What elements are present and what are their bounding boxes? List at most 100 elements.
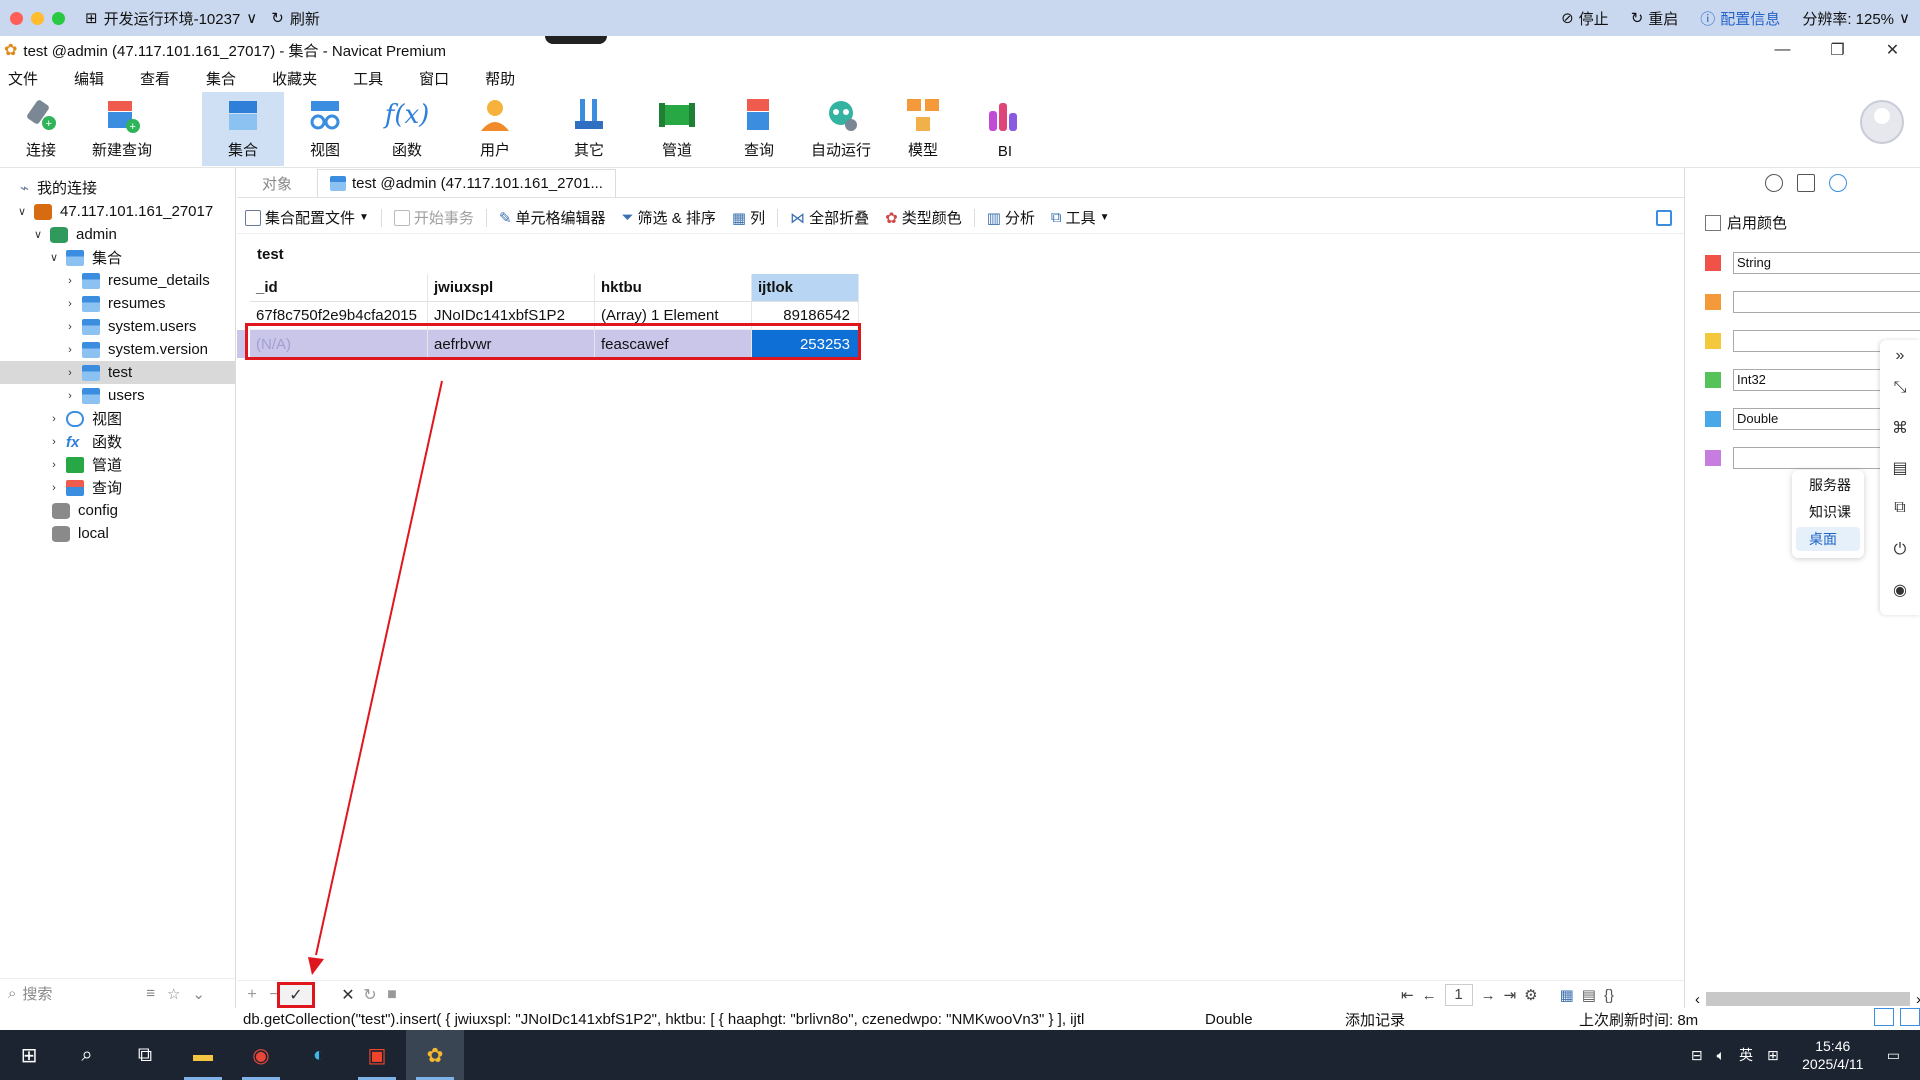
color-swatch[interactable] [1705,372,1721,388]
collection-button[interactable]: 集合 [202,92,284,166]
user-button[interactable]: 用户 [448,92,542,166]
json-view-icon[interactable]: {} [1604,987,1614,1004]
eye-icon[interactable]: ◉ [1890,580,1910,600]
prev-page-icon[interactable]: ← [1422,987,1437,1004]
tree-connection[interactable]: ∨ 47.117.101.161_27017 [0,200,235,223]
scroll-right-icon[interactable]: › [1916,991,1920,1008]
begin-transaction-button[interactable]: 开始事务 [386,207,482,228]
zoom-dot[interactable] [52,11,65,25]
columns-button[interactable]: ▦ 列 [724,207,773,228]
collapse-all-button[interactable]: ⋈ 全部折叠 [782,207,877,228]
menu-item-desktop[interactable]: 桌面 [1796,527,1860,551]
automation-button[interactable]: 自动运行 [800,92,882,166]
chevron-right-icon[interactable]: › [64,321,76,333]
chevron-right-icon[interactable]: › [64,344,76,356]
tree-group-pipelines[interactable]: › 管道 [0,453,235,476]
bi-button[interactable]: BI [964,92,1046,166]
model-button[interactable]: 模型 [882,92,964,166]
power-icon[interactable]: ⏻ [1890,540,1910,560]
navicat-button[interactable]: ✿ [406,1030,464,1080]
network-icon[interactable]: ⊟ [1691,1047,1703,1064]
start-button[interactable]: ⊞ [0,1030,58,1080]
close-dot[interactable] [10,11,23,25]
page-number-input[interactable]: 1 [1444,984,1473,1006]
expand-double-chevron-icon[interactable]: » [1890,346,1910,366]
connect-button[interactable]: + 连接 [0,92,82,166]
chevron-right-icon[interactable]: › [48,482,60,494]
cell-editor-button[interactable]: ✎ 单元格编辑器 [491,207,614,228]
panel-icon[interactable]: ▤ [1890,458,1910,478]
type-color-button[interactable]: ✿ 类型颜色 [877,207,970,228]
ddl-icon[interactable] [1797,174,1815,192]
fullscreen-icon[interactable] [1656,210,1672,226]
tree-collection-system-version[interactable]: › system.version [0,338,235,361]
volume-icon[interactable]: 🔈︎ [1717,1047,1725,1064]
checkbox[interactable] [1705,214,1721,231]
function-button[interactable]: f(x) 函数 [366,92,448,166]
stop-button[interactable]: ⊘ 停止 [1561,8,1609,29]
filter-sort-button[interactable]: ⏷ 筛选 & 排序 [614,207,724,228]
account-avatar[interactable] [1860,100,1904,144]
panel-left-icon[interactable] [1874,1008,1894,1026]
notification-icon[interactable]: ▭ [1887,1047,1900,1064]
edge-button[interactable]: ◐ [290,1030,348,1080]
stop-icon[interactable]: ■ [381,984,403,1006]
color-swatch[interactable] [1705,333,1721,349]
tab-objects[interactable]: 对象 [237,169,317,197]
search-button[interactable]: ⌕ [58,1030,116,1080]
menu-help[interactable]: 帮助 [477,68,529,89]
tree-collection-system-users[interactable]: › system.users [0,315,235,338]
color-palette-icon[interactable] [1829,174,1847,192]
form-view-icon[interactable]: ▤ [1582,986,1596,1004]
tree-group-queries[interactable]: › 查询 [0,476,235,499]
chevron-right-icon[interactable]: › [64,298,76,310]
first-page-icon[interactable]: ⇤ [1401,986,1414,1004]
next-page-icon[interactable]: → [1481,987,1496,1004]
chrome-button[interactable]: ◉ [232,1030,290,1080]
collapse-icon[interactable]: ⌄ [192,985,205,1003]
enable-color-checkbox[interactable]: 启用颜色 [1705,212,1787,233]
close-icon[interactable]: ✕ [1865,36,1920,64]
tree-collection-resume-details[interactable]: › resume_details [0,269,235,292]
tree-collection-users[interactable]: › users [0,384,235,407]
tree-group-views[interactable]: › 视图 [0,407,235,430]
query-button[interactable]: 查询 [718,92,800,166]
file-explorer-button[interactable]: ▬ [174,1030,232,1080]
color-swatch[interactable] [1705,450,1721,466]
menu-collection[interactable]: 集合 [198,68,250,89]
scroll-left-icon[interactable]: ‹ [1695,991,1700,1008]
menu-edit[interactable]: 编辑 [66,68,118,89]
ime-language[interactable]: 英 [1739,1045,1753,1065]
tab-test-collection[interactable]: test @admin (47.117.101.161_2701... [317,169,616,197]
chevron-right-icon[interactable]: › [64,390,76,402]
copy-icon[interactable]: ⧉ [1890,498,1910,518]
menu-item-course[interactable]: 知识课 [1796,500,1860,524]
chevron-right-icon[interactable]: › [64,275,76,287]
menu-favorites[interactable]: 收藏夹 [264,68,331,89]
chevron-right-icon[interactable]: › [48,436,60,448]
horizontal-scrollbar[interactable]: ‹ › [1695,990,1920,1008]
column-header[interactable]: jwiuxspl [428,274,595,302]
gear-icon[interactable]: ⚙ [1524,986,1537,1004]
tree-collection-resumes[interactable]: › resumes [0,292,235,315]
column-header-selected[interactable]: ijtlok [752,274,859,302]
chevron-down-icon[interactable]: ∨ [246,9,257,27]
add-record-icon[interactable]: + [241,984,263,1006]
filter-icon[interactable]: ≡ [146,985,155,1003]
type-color-field[interactable] [1733,291,1920,313]
tree-collection-test[interactable]: › test [0,361,235,384]
color-swatch[interactable] [1705,255,1721,271]
task-view-button[interactable]: ⧉ [116,1030,174,1080]
column-header[interactable]: hktbu [595,274,752,302]
tree-search[interactable]: ⌕ 搜索 ≡ ☆ ⌄ [0,978,235,1008]
type-color-field[interactable]: String [1733,252,1920,274]
chevron-down-icon[interactable]: ∨ [32,228,44,241]
refresh-icon[interactable]: ↻ [359,984,381,1006]
discard-icon[interactable]: ✕ [337,984,359,1006]
chevron-down-icon[interactable]: ∨ [48,251,60,264]
column-header[interactable]: _id [250,274,428,302]
refresh-icon[interactable]: ↻ [271,9,284,27]
clock[interactable]: 15:46 2025/4/11 [1793,1037,1873,1073]
command-key-icon[interactable]: ⌘ [1890,418,1910,438]
ime-mode-icon[interactable]: ⊞ [1767,1047,1779,1064]
